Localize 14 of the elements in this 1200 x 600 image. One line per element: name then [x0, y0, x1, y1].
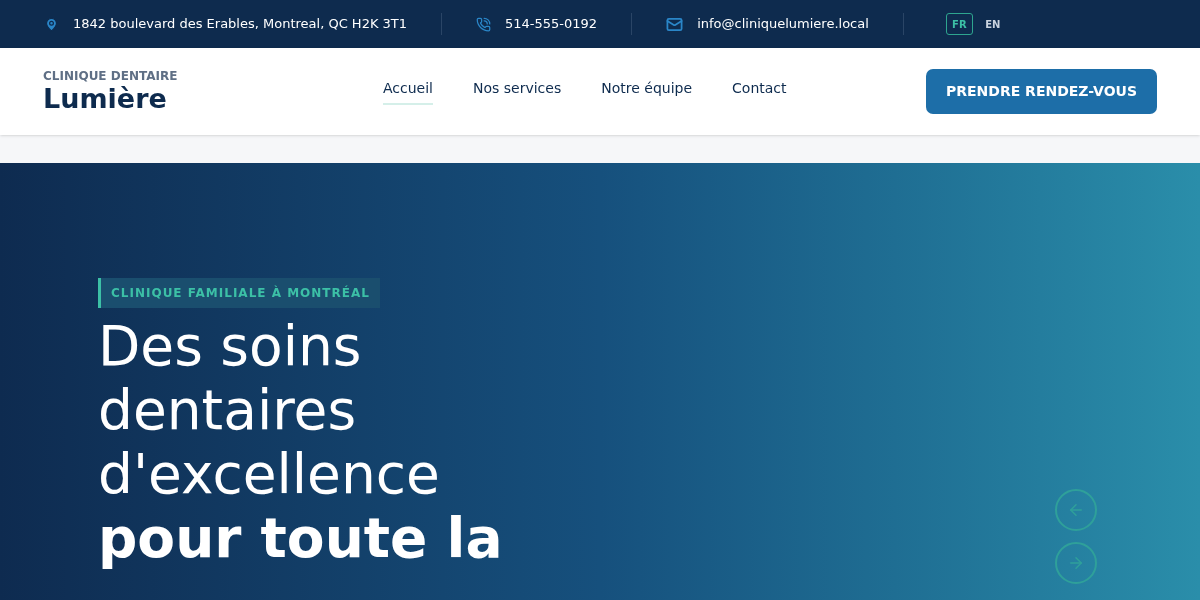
address-text: 1842 boulevard des Erables, Montreal, QC H2K 3T1	[73, 15, 408, 34]
logo-name: Lumière	[43, 82, 168, 115]
nav-link[interactable]: Notre équipe	[601, 78, 693, 105]
language-toggle[interactable]: EN	[980, 13, 1005, 35]
language-toggle[interactable]: FR	[945, 13, 973, 35]
phone-text: 514-555-0192	[505, 15, 598, 34]
hero-tag: CLINIQUE FAMILIALE À MONTRÉAL	[98, 278, 380, 308]
appointment-button[interactable]: PRENDRE RENDEZ-VOUS	[925, 69, 1157, 114]
nav-link[interactable]: Accueil	[383, 78, 433, 105]
logo-subtitle: CLINIQUE DENTAIRE	[43, 68, 179, 83]
email-text: info@cliniquelumiere.local	[697, 15, 869, 34]
hero-heading: Des soins dentaires d'excellence pour toute la	[98, 314, 504, 570]
nav-link[interactable]: Contact	[732, 78, 787, 105]
nav-link[interactable]: Nos services	[473, 78, 562, 105]
